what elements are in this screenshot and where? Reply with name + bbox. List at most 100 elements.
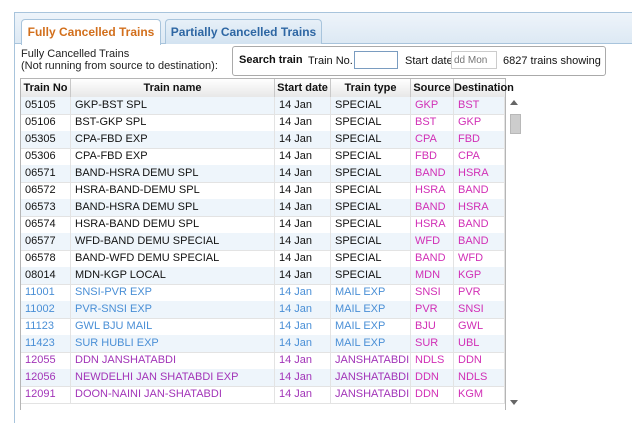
cell-destination: UBL [454, 335, 505, 352]
table-row[interactable]: 06572 HSRA-BAND-DEMU SPL 14 Jan SPECIAL HSRA… [21, 182, 505, 200]
cell-train-name: CPA-FBD EXP [71, 131, 275, 148]
cell-source: BJU [411, 318, 454, 335]
section-title-line2: (Not running from source to destination)… [21, 60, 218, 72]
table-scrollbar[interactable] [508, 98, 521, 408]
cell-train-no: 06571 [21, 165, 71, 182]
cell-start-date: 14 Jan [275, 131, 331, 148]
scroll-thumb[interactable] [510, 114, 521, 134]
cell-train-no: 08014 [21, 267, 71, 284]
cell-train-type: SPECIAL [331, 233, 411, 250]
cell-train-name: NEWDELHI JAN SHATABDI EXP [71, 369, 275, 386]
cell-start-date: 14 Jan [275, 250, 331, 267]
table-row[interactable]: 06571 BAND-HSRA DEMU SPL 14 Jan SPECIAL BAND… [21, 165, 505, 183]
cell-train-no: 06572 [21, 182, 71, 199]
table-row[interactable]: 08014 MDN-KGP LOCAL 14 Jan SPECIAL MDN KGP [21, 267, 505, 285]
cell-train-no: 11423 [21, 335, 71, 352]
table-row[interactable]: 06574 HSRA-BAND DEMU SPL 14 Jan SPECIAL HSRA… [21, 216, 505, 234]
cell-train-name: DDN JANSHATABDI [71, 352, 275, 369]
cell-train-type: SPECIAL [331, 216, 411, 233]
cell-destination: HSRA [454, 199, 505, 216]
cell-source: SUR [411, 335, 454, 352]
cell-destination: KGP [454, 267, 505, 284]
cell-train-type: SPECIAL [331, 267, 411, 284]
cell-source: GKP [411, 97, 454, 114]
cell-start-date: 14 Jan [275, 369, 331, 386]
cell-start-date: 14 Jan [275, 165, 331, 182]
cell-train-no: 12091 [21, 386, 71, 403]
cell-train-no: 05106 [21, 114, 71, 131]
cell-source: FBD [411, 148, 454, 165]
header-train-name[interactable]: Train name [71, 79, 275, 97]
table-row[interactable]: 05106 BST-GKP SPL 14 Jan SPECIAL BST GKP [21, 114, 505, 132]
cell-train-name: BAND-HSRA DEMU SPL [71, 199, 275, 216]
tab-bar: Fully Cancelled Trains Partially Cancell… [15, 13, 632, 45]
cell-source: PVR [411, 301, 454, 318]
cell-train-name: BAND-HSRA DEMU SPL [71, 165, 275, 182]
cell-destination: KGM [454, 386, 505, 403]
section-title: Fully Cancelled Trains (Not running from… [21, 48, 218, 72]
cell-start-date: 14 Jan [275, 148, 331, 165]
cell-start-date: 14 Jan [275, 318, 331, 335]
cell-train-type: MAIL EXP [331, 301, 411, 318]
table-row[interactable]: 11123 GWL BJU MAIL 14 Jan MAIL EXP BJU GWL [21, 318, 505, 336]
cell-destination: GWL [454, 318, 505, 335]
cell-train-name: SNSI-PVR EXP [71, 284, 275, 301]
header-start-date[interactable]: Start date [275, 79, 331, 97]
cell-train-type: JANSHATABDI [331, 386, 411, 403]
cell-source: WFD [411, 233, 454, 250]
cell-train-name: BST-GKP SPL [71, 114, 275, 131]
cell-train-no: 06578 [21, 250, 71, 267]
cell-train-no: 06574 [21, 216, 71, 233]
cell-start-date: 14 Jan [275, 301, 331, 318]
cell-start-date: 14 Jan [275, 216, 331, 233]
table-row[interactable]: 12091 DOON-NAINI JAN-SHATABDI 14 Jan JANSHA… [21, 386, 505, 404]
table-row[interactable]: 12055 DDN JANSHATABDI 14 Jan JANSHATABDI NDL… [21, 352, 505, 370]
train-no-input[interactable] [354, 51, 398, 69]
cell-train-name: HSRA-BAND DEMU SPL [71, 216, 275, 233]
cell-train-no: 05305 [21, 131, 71, 148]
table-row[interactable]: 05306 CPA-FBD EXP 14 Jan SPECIAL FBD CPA [21, 148, 505, 166]
table-row[interactable]: 06577 WFD-BAND DEMU SPECIAL 14 Jan SPECIAL W… [21, 233, 505, 251]
table-row[interactable]: 06578 BAND-WFD DEMU SPECIAL 14 Jan SPECIAL B… [21, 250, 505, 268]
cell-train-no: 11002 [21, 301, 71, 318]
table-row[interactable]: 05305 CPA-FBD EXP 14 Jan SPECIAL CPA FBD [21, 131, 505, 149]
table-row[interactable]: 12056 NEWDELHI JAN SHATABDI EXP 14 Jan JANS… [21, 369, 505, 387]
search-train-label: Search train [239, 54, 303, 66]
cell-start-date: 14 Jan [275, 267, 331, 284]
tab-partially-cancelled[interactable]: Partially Cancelled Trains [165, 19, 322, 44]
cell-destination: BAND [454, 216, 505, 233]
table-row[interactable]: 11423 SUR HUBLI EXP 14 Jan MAIL EXP SUR UBL [21, 335, 505, 353]
cell-train-name: CPA-FBD EXP [71, 148, 275, 165]
cell-start-date: 14 Jan [275, 199, 331, 216]
cell-source: CPA [411, 131, 454, 148]
train-no-label: Train No. [308, 55, 353, 67]
cell-start-date: 14 Jan [275, 386, 331, 403]
header-source[interactable]: Source [411, 79, 454, 97]
cell-source: HSRA [411, 182, 454, 199]
cell-destination: BAND [454, 233, 505, 250]
cell-destination: NDLS [454, 369, 505, 386]
cell-destination: PVR [454, 284, 505, 301]
cell-train-type: SPECIAL [331, 250, 411, 267]
tab-fully-cancelled[interactable]: Fully Cancelled Trains [21, 19, 161, 45]
cell-start-date: 14 Jan [275, 233, 331, 250]
cell-train-type: MAIL EXP [331, 335, 411, 352]
table-row[interactable]: 05105 GKP-BST SPL 14 Jan SPECIAL GKP BST [21, 97, 505, 115]
cell-start-date: 14 Jan [275, 97, 331, 114]
cell-source: BAND [411, 165, 454, 182]
start-date-label: Start date [405, 55, 453, 67]
scroll-up-icon[interactable] [510, 100, 518, 105]
header-destination[interactable]: Destination [454, 79, 514, 97]
cell-train-no: 05306 [21, 148, 71, 165]
table-row[interactable]: 11001 SNSI-PVR EXP 14 Jan MAIL EXP SNSI PVR [21, 284, 505, 302]
cell-source: NDLS [411, 352, 454, 369]
table-row[interactable]: 06573 BAND-HSRA DEMU SPL 14 Jan SPECIAL BAND… [21, 199, 505, 217]
header-train-no[interactable]: Train No [21, 79, 71, 97]
start-date-input[interactable] [451, 51, 497, 69]
cell-train-no: 12055 [21, 352, 71, 369]
scroll-down-icon[interactable] [510, 400, 518, 405]
table-row[interactable]: 11002 PVR-SNSI EXP 14 Jan MAIL EXP PVR SNSI [21, 301, 505, 319]
header-train-type[interactable]: Train type [331, 79, 411, 97]
section-title-line1: Fully Cancelled Trains [21, 48, 130, 60]
cell-train-name: GKP-BST SPL [71, 97, 275, 114]
